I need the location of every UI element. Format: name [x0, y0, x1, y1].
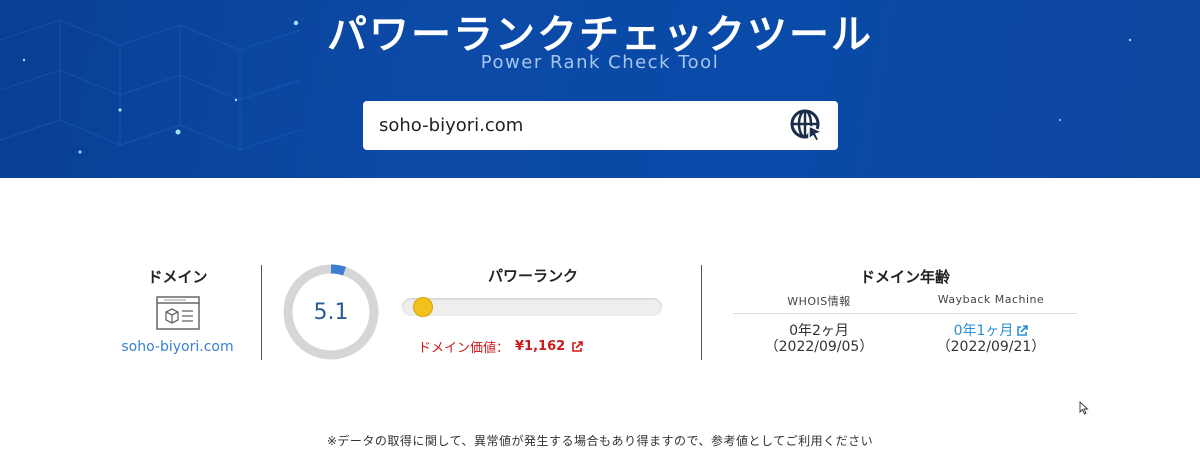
power-rank-progress-bar	[402, 297, 662, 317]
age-separator	[733, 313, 1077, 314]
domain-value-label: ドメイン価値：	[418, 341, 510, 356]
domain-age-title: ドメイン年齢	[859, 268, 950, 286]
domain-search-input[interactable]	[363, 101, 773, 150]
domain-title: ドメイン	[147, 268, 208, 286]
search-box	[363, 101, 838, 150]
wayback-label: Wayback Machine	[937, 293, 1045, 306]
divider	[701, 265, 702, 360]
domain-link[interactable]: soho-biyori.com	[100, 339, 255, 355]
power-rank-score: 5.1	[313, 300, 349, 325]
wayback-age: 0年1ヶ月	[953, 323, 1014, 339]
search-button[interactable]	[787, 107, 827, 145]
page-subtitle: Power Rank Check Tool	[480, 52, 720, 73]
wayback-age-link[interactable]: 0年1ヶ月	[905, 323, 1077, 339]
webpage-icon	[155, 296, 200, 330]
domain-age-section: ドメイン年齢 WHOIS情報 Wayback Machine 0年2ヶ月 （20…	[733, 264, 1077, 355]
hero-banner: パワーランクチェックツール Power Rank Check Tool	[0, 0, 1200, 178]
whois-date: （2022/09/05）	[764, 339, 874, 355]
divider	[261, 265, 262, 360]
globe-cursor-icon	[790, 109, 825, 142]
whois-value: 0年2ヶ月 （2022/09/05）	[733, 323, 905, 355]
external-link-icon	[1017, 325, 1029, 336]
wayback-value: 0年1ヶ月 （2022/09/21）	[905, 323, 1077, 355]
whois-age: 0年2ヶ月	[789, 323, 849, 339]
domain-value-link[interactable]: ドメイン価値： ¥1,162	[418, 337, 583, 356]
power-rank-title: パワーランク	[487, 267, 578, 285]
wayback-date: （2022/09/21）	[936, 339, 1046, 355]
domain-value-amount: ¥1,162	[515, 339, 566, 354]
mouse-cursor-icon	[1079, 401, 1089, 415]
external-link-icon	[572, 340, 583, 352]
progress-knob	[413, 297, 434, 317]
disclaimer-note: ※データの取得に関して、異常値が発生する場合もあり得ますので、参考値としてご利用…	[326, 434, 874, 448]
domain-section: ドメイン soho-biyori.com	[100, 264, 255, 355]
whois-label: WHOIS情報	[787, 295, 851, 308]
